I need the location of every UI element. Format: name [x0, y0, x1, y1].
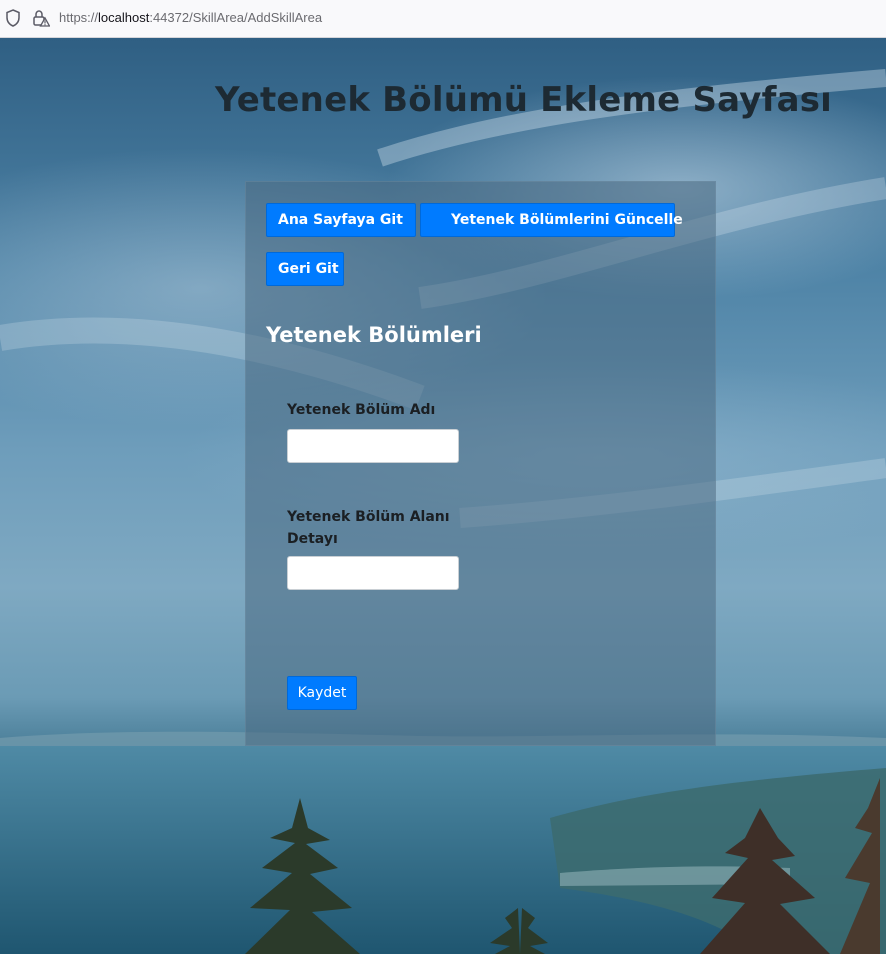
shield-icon [6, 9, 20, 27]
back-button[interactable]: Geri Git [266, 252, 344, 286]
browser-url-bar[interactable]: https://localhost:44372/SkillArea/AddSki… [0, 0, 886, 38]
skill-area-name-label: Yetenek Bölüm Adı [287, 402, 436, 418]
skill-area-detail-input[interactable] [287, 556, 459, 590]
url-host: localhost [98, 10, 150, 25]
skill-area-name-input[interactable] [287, 429, 459, 463]
home-button[interactable]: Ana Sayfaya Git [266, 203, 416, 237]
section-title: Yetenek Bölümleri [266, 323, 482, 347]
update-skill-areas-button[interactable]: Yetenek Bölümlerini Güncelle [420, 203, 683, 237]
url-path: :44372/SkillArea/AddSkillArea [149, 10, 323, 25]
url-scheme: https:// [59, 10, 99, 25]
skill-area-detail-label: Yetenek Bölüm Alanı Detayı [287, 509, 450, 547]
save-button[interactable]: Kaydet [287, 676, 357, 710]
page-title: Yetenek Bölümü Ekleme Sayfası [215, 80, 833, 120]
url-text[interactable]: https://localhost:44372/SkillArea/AddSki… [59, 10, 322, 25]
lock-warning-icon[interactable] [32, 9, 50, 27]
